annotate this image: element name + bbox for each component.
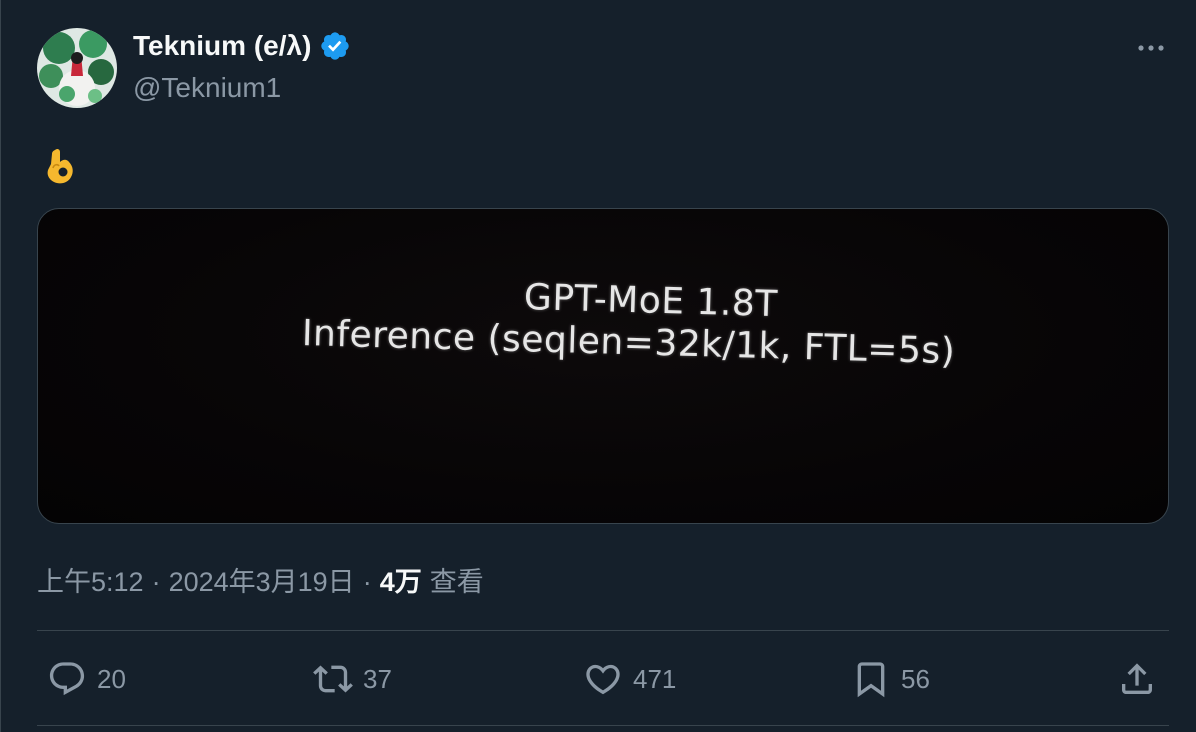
like-count: 471: [633, 663, 677, 694]
meta-separator: ·: [151, 567, 161, 597]
heart-icon: [586, 664, 620, 695]
like-button[interactable]: 471: [583, 656, 676, 702]
more-options-button[interactable]: [1129, 34, 1173, 62]
views-count[interactable]: 4万: [380, 560, 422, 599]
tweet-time[interactable]: 上午5:12: [37, 560, 144, 599]
author-name-row[interactable]: Teknium (e/λ): [133, 30, 351, 62]
author-handle[interactable]: @Teknium1: [133, 72, 281, 104]
reply-count: 20: [97, 663, 126, 694]
media-text-line-1: GPT-MoE 1.8T: [523, 277, 779, 326]
share-button[interactable]: [1117, 656, 1157, 702]
tweet-media-image[interactable]: GPT-MoE 1.8T Inference (seqlen=32k/1k, F…: [37, 208, 1169, 524]
bookmark-icon: [857, 662, 885, 698]
bookmark-button[interactable]: 56: [851, 656, 930, 702]
tweet-meta: 上午5:12 · 2024年3月19日 · 4万 查看: [37, 560, 484, 599]
tweet-date[interactable]: 2024年3月19日: [169, 560, 355, 599]
avatar[interactable]: [37, 28, 117, 108]
verified-badge-icon[interactable]: [319, 30, 351, 62]
meta-separator: ·: [362, 567, 372, 597]
reply-icon: [49, 662, 85, 696]
divider: [37, 725, 1169, 726]
retweet-count: 37: [363, 663, 392, 694]
tweet-container: Teknium (e/λ) @Teknium1 GPT-MoE 1.8T Inf…: [0, 0, 1196, 732]
more-dots-icon: [1138, 45, 1164, 51]
tweet-text: [41, 146, 79, 186]
share-icon: [1122, 663, 1152, 694]
media-text-line-2: Inference (seqlen=32k/1k, FTL=5s): [301, 313, 956, 373]
retweet-button[interactable]: 37: [313, 656, 392, 702]
divider: [37, 630, 1169, 631]
views-label: 查看: [429, 567, 484, 597]
retweet-icon: [313, 665, 353, 693]
avatar-image: [37, 28, 117, 108]
reply-button[interactable]: 20: [47, 656, 126, 702]
ok-hand-emoji-icon: [47, 148, 73, 184]
bookmark-count: 56: [901, 663, 930, 694]
author-display-name[interactable]: Teknium (e/λ): [133, 30, 311, 62]
